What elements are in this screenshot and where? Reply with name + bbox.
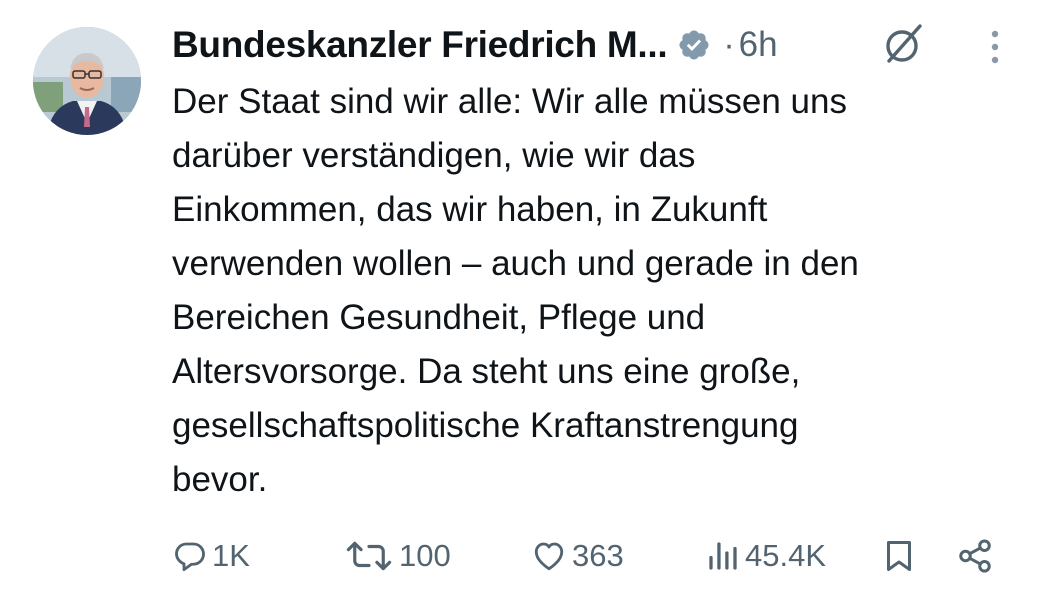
tweet-card[interactable]: Bundeskanzler Friedrich M... · 6h Der St…: [0, 0, 1050, 602]
heart-icon: [530, 538, 568, 574]
views-button[interactable]: 45.4K: [705, 530, 826, 582]
retweet-count: 100: [399, 538, 451, 573]
more-vertical-icon[interactable]: [984, 28, 1006, 68]
avatar[interactable]: [33, 27, 141, 135]
bookmark-button[interactable]: [881, 530, 917, 582]
share-button[interactable]: [956, 530, 994, 582]
reply-button[interactable]: 1K: [172, 530, 250, 582]
reply-icon: [172, 538, 208, 574]
like-count: 363: [572, 538, 624, 573]
retweet-button[interactable]: 100: [343, 530, 451, 582]
retweet-icon: [343, 537, 395, 575]
tweet-actions: 1K 100 363 45.4K: [0, 530, 1050, 582]
header-separator: ·: [723, 25, 735, 64]
bookmark-icon: [881, 536, 917, 576]
tweet-time[interactable]: 6h: [739, 25, 778, 65]
share-icon: [956, 537, 994, 575]
like-button[interactable]: 363: [530, 530, 624, 582]
reply-count: 1K: [212, 538, 250, 573]
grok-icon[interactable]: [880, 20, 928, 68]
verified-badge-icon: [677, 28, 711, 62]
tweet-header: Bundeskanzler Friedrich M... · 6h: [172, 20, 778, 70]
author-name[interactable]: Bundeskanzler Friedrich M...: [172, 24, 668, 66]
tweet-text: Der Staat sind wir alle: Wir alle müssen…: [172, 82, 859, 499]
views-chart-icon: [705, 538, 741, 574]
views-count: 45.4K: [745, 538, 827, 573]
avatar-photo: [33, 27, 141, 135]
